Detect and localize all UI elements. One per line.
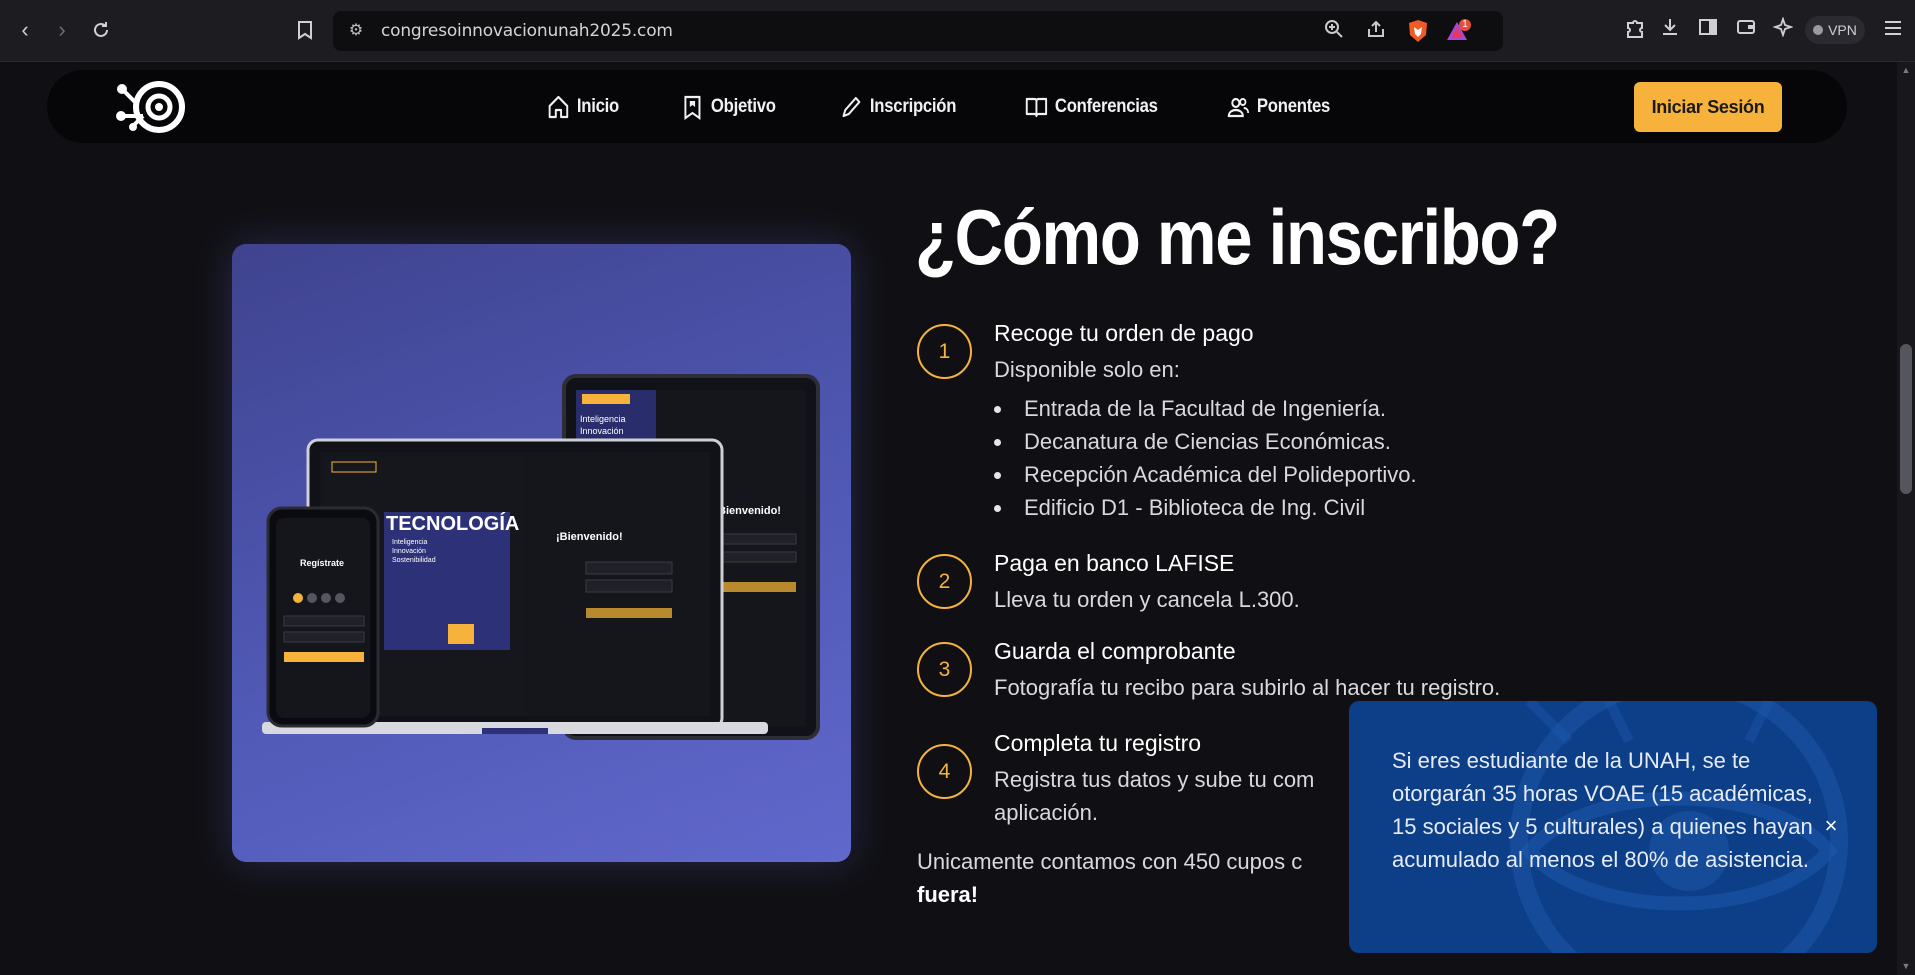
scroll-down-icon[interactable]: ▼ xyxy=(1900,960,1912,972)
list-item: Decanatura de Ciencias Económicas. xyxy=(994,425,1714,458)
step-desc: Fotografía tu recibo para subirlo al hac… xyxy=(994,675,1501,700)
step-title: Guarda el comprobante xyxy=(994,638,1236,664)
browser-toolbar: ‹ › ⚙ congresoinnovacionunah2025.com 1 V… xyxy=(0,0,1915,62)
wallet-icon[interactable] xyxy=(1733,17,1759,43)
step-number: 1 xyxy=(917,324,972,379)
svg-text:Inteligencia: Inteligencia xyxy=(392,539,428,546)
nav-label: Ponentes xyxy=(1257,95,1331,117)
step-desc: Lleva tu orden y cancela L.300. xyxy=(994,587,1300,612)
vpn-label: VPN xyxy=(1828,22,1857,38)
list-item: Edificio D1 - Biblioteca de Ing. Civil xyxy=(994,491,1714,524)
forward-icon[interactable]: › xyxy=(47,14,77,46)
svg-text:Sostenibilidad: Sostenibilidad xyxy=(392,557,436,564)
brave-rewards-icon[interactable]: 1 xyxy=(1445,19,1471,43)
sidebar-icon[interactable] xyxy=(1695,17,1721,43)
nav-objetivo[interactable]: Objetivo xyxy=(681,94,776,120)
home-icon xyxy=(548,95,569,118)
page-scrollbar[interactable]: ▲ ▼ xyxy=(1897,62,1915,975)
extensions-icon[interactable] xyxy=(1622,17,1648,43)
book-icon xyxy=(1025,97,1047,117)
svg-text:Inteligencia: Inteligencia xyxy=(580,414,626,424)
step-title: Paga en banco LAFISE xyxy=(994,550,1235,576)
svg-text:Innovación: Innovación xyxy=(580,426,624,436)
poster-word: TECNOLOGÍA xyxy=(386,512,519,535)
step-number: 2 xyxy=(917,554,972,609)
rewards-badge: 1 xyxy=(1462,19,1468,30)
step-title: Recoge tu orden de pago xyxy=(994,320,1254,346)
note-text: Unicamente contamos con 450 cupos c xyxy=(917,849,1303,874)
reload-icon[interactable] xyxy=(86,14,116,46)
page-title: ¿Cómo me inscribo? xyxy=(915,193,1560,281)
nav-ponentes[interactable]: Ponentes xyxy=(1227,94,1331,120)
address-bar[interactable]: ⚙ congresoinnovacionunah2025.com 1 xyxy=(333,11,1503,51)
nav-inscripcion[interactable]: Inscripción xyxy=(840,94,957,120)
svg-text:Innovación: Innovación xyxy=(392,548,426,555)
nav-label: Conferencias xyxy=(1054,95,1158,117)
locations-list: Entrada de la Facultad de Ingeniería. De… xyxy=(994,392,1714,524)
share-icon[interactable] xyxy=(1363,19,1389,43)
voae-toast: Si eres estudiante de la UNAH, se te oto… xyxy=(1349,701,1877,953)
phone-title: Regístrate xyxy=(300,558,344,568)
brave-shield-icon[interactable] xyxy=(1405,19,1431,43)
toast-message: Si eres estudiante de la UNAH, se te oto… xyxy=(1392,748,1813,872)
vpn-button[interactable]: VPN xyxy=(1805,16,1865,44)
close-icon[interactable]: × xyxy=(1819,814,1843,838)
note-emphasis: fuera! xyxy=(917,882,979,907)
step-number: 4 xyxy=(917,744,972,799)
site-settings-icon[interactable]: ⚙ xyxy=(345,20,367,42)
scroll-up-icon[interactable]: ▲ xyxy=(1900,64,1912,76)
nav-label: Objetivo xyxy=(710,95,776,117)
users-icon xyxy=(1228,97,1250,117)
vpn-status-icon xyxy=(1813,25,1824,35)
pencil-icon xyxy=(842,96,861,117)
list-item: Entrada de la Facultad de Ingeniería. xyxy=(994,392,1714,425)
devices-mockup-image: Inteligencia Innovación Sostenibilidad B… xyxy=(232,244,851,862)
bookmark-icon[interactable] xyxy=(290,14,320,46)
back-icon[interactable]: ‹ xyxy=(10,14,40,46)
list-item: Recepción Académica del Polideportivo. xyxy=(994,458,1714,491)
zoom-icon[interactable] xyxy=(1321,19,1347,43)
scroll-thumb[interactable] xyxy=(1900,344,1912,494)
step-number: 3 xyxy=(917,642,972,697)
congress-logo[interactable] xyxy=(113,80,187,134)
login-button[interactable]: Iniciar Sesión xyxy=(1634,82,1782,132)
bookmark-icon xyxy=(684,95,701,120)
nav-label: Inicio xyxy=(576,95,620,117)
site-header: Inicio Objetivo Inscripción Conferencias… xyxy=(47,70,1847,143)
url-text: congresoinnovacionunah2025.com xyxy=(381,21,673,41)
step-desc: Disponible solo en: xyxy=(994,357,1180,382)
menu-icon[interactable] xyxy=(1880,17,1906,43)
leo-ai-icon[interactable] xyxy=(1770,16,1796,43)
nav-inicio[interactable]: Inicio xyxy=(547,94,619,120)
nav-conferencias[interactable]: Conferencias xyxy=(1025,94,1158,120)
tablet-title: Bienvenido! xyxy=(718,505,781,517)
laptop-title: ¡Bienvenido! xyxy=(556,531,623,543)
main-nav: Inicio Objetivo Inscripción Conferencias… xyxy=(547,70,1396,143)
downloads-icon[interactable] xyxy=(1657,17,1683,43)
nav-label: Inscripción xyxy=(870,95,957,117)
